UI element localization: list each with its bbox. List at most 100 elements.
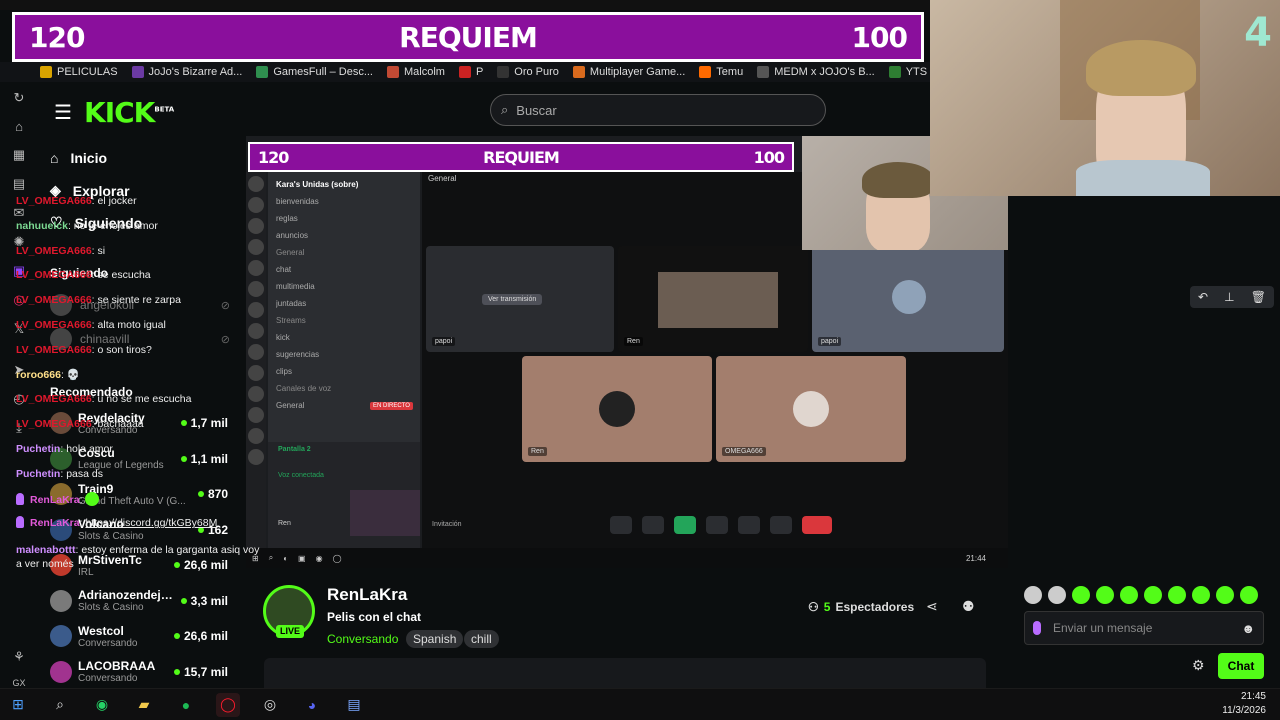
bookmark-item[interactable]: MEDM x JOJO's B... <box>757 66 875 78</box>
chat-username[interactable]: LV_OMEGA666 <box>16 269 92 281</box>
opera-icon[interactable]: ◯ <box>216 692 240 717</box>
bookmark-item[interactable]: GamesFull – Desc... <box>256 66 373 78</box>
live-dot-icon <box>180 455 187 462</box>
emote-icon[interactable] <box>1120 586 1138 604</box>
folder-icon[interactable]: ▰ <box>132 693 156 717</box>
chat-username[interactable]: LV_OMEGA666 <box>16 195 92 207</box>
mic-toggle-button[interactable] <box>610 516 632 534</box>
chat-text: no te enojes amor <box>73 219 158 232</box>
viewer-count: 26,6 mil <box>173 629 228 643</box>
bookmark-icon <box>572 66 585 78</box>
bag-icon[interactable]: ▦ <box>9 147 29 163</box>
emote-icon[interactable] <box>1024 586 1042 604</box>
whatsapp-icon[interactable]: ◉ <box>90 693 114 717</box>
delete-icon[interactable]: 🗑 <box>1251 290 1266 304</box>
streamer-name[interactable]: RenLaKra <box>327 585 407 605</box>
recommended-channel[interactable]: LACOBRAAA Conversando 15,7 mil <box>50 655 228 689</box>
voice-controls <box>610 516 832 534</box>
emote-icon[interactable] <box>1216 586 1234 604</box>
puzzle-icon[interactable]: ⚘ <box>9 649 29 665</box>
discord-icon[interactable]: ◕ <box>300 693 324 717</box>
editor-icon[interactable]: ▤ <box>342 693 366 717</box>
emote-icon[interactable] <box>1240 586 1258 604</box>
search-input[interactable]: ⌕ Buscar <box>490 94 826 126</box>
screen-share-button[interactable] <box>674 516 696 534</box>
discord-channel: clips <box>276 367 293 376</box>
emote-icon[interactable] <box>1072 586 1090 604</box>
share-icon[interactable]: ⋖ <box>926 598 938 615</box>
recommended-channel[interactable]: Westcol Conversando 26,6 mil <box>50 619 228 653</box>
stream-category[interactable]: Conversando <box>327 632 398 646</box>
screen-share-tile[interactable]: Ren <box>618 246 808 352</box>
chat-username[interactable]: LV_OMEGA666 <box>16 393 92 405</box>
steam-icon[interactable]: ◎ <box>258 693 282 717</box>
chat-text[interactable]: https://discord.gg/tkGBy68M <box>85 517 217 529</box>
emote-icon[interactable] <box>1048 586 1066 604</box>
soundboard-button[interactable] <box>738 516 760 534</box>
disconnect-button[interactable] <box>802 516 832 534</box>
chat-username[interactable]: roroo666 <box>16 369 61 381</box>
broadcaster-badge-icon <box>16 492 24 505</box>
live-dot-icon <box>180 597 187 604</box>
chat-username[interactable]: LV_OMEGA666 <box>16 418 92 430</box>
chat-message: roroo666: 💀 <box>16 368 80 381</box>
menu-icon[interactable]: ☰ <box>54 100 72 125</box>
kick-logo[interactable]: KICKBETA <box>84 96 174 129</box>
chat-input[interactable]: Enviar un mensaje ☻ <box>1024 611 1264 645</box>
history-icon[interactable]: ↻ <box>9 90 29 106</box>
bookmark-item[interactable]: Temu <box>699 66 743 78</box>
controller-icon[interactable]: ▤ <box>9 176 29 192</box>
omega-tile[interactable]: OMEGA666 <box>716 356 906 462</box>
stream-tile[interactable]: Ver transmisión papoi <box>426 246 614 352</box>
chat-username[interactable]: RenLaKra <box>30 494 80 506</box>
discord-channel: multimedia <box>276 282 315 291</box>
watch-stream-button[interactable]: Ver transmisión <box>482 294 543 305</box>
chat-username[interactable]: LV_OMEGA666 <box>16 319 92 331</box>
chat-username[interactable]: RenLaKra <box>30 517 80 529</box>
chat-username[interactable]: Puchetin <box>16 443 60 455</box>
video-scoreboard: 120 REQUIEM 100 <box>248 142 794 172</box>
recommended-channel[interactable]: Adrianozendeja... Slots & Casino 3,3 mil <box>50 584 228 618</box>
chat-text: si <box>97 244 106 257</box>
emote-icon[interactable] <box>1144 586 1162 604</box>
pin-icon[interactable]: ⊥ <box>1224 290 1234 304</box>
more-options-button[interactable] <box>770 516 792 534</box>
rocket-icon[interactable]: ⌂ <box>9 119 29 134</box>
tag-chill[interactable]: chill <box>464 630 499 648</box>
bookmark-item[interactable]: P <box>458 66 483 78</box>
spotify-icon[interactable]: ● <box>174 693 198 717</box>
chat-text: alta moto igual <box>97 319 166 331</box>
chat-username[interactable]: LV_OMEGA666 <box>16 294 92 306</box>
chat-username[interactable]: malenabottt <box>16 544 76 556</box>
search-icon[interactable]: ⌕ <box>48 693 72 717</box>
gx-icon[interactable]: GX <box>9 678 29 688</box>
ren-tile[interactable]: Ren <box>522 356 712 462</box>
emote-icon[interactable] <box>1192 586 1210 604</box>
chat-username[interactable]: LV_OMEGA666 <box>16 245 92 257</box>
gear-icon[interactable]: ⚙ <box>1192 657 1205 674</box>
chat-send-button[interactable]: Chat <box>1218 653 1264 679</box>
bookmark-item[interactable]: YTS <box>888 66 927 78</box>
beta-label: BETA <box>154 105 175 114</box>
windows-start-icon[interactable]: ⊞ <box>6 693 30 717</box>
follow-user-icon[interactable]: ⚉ <box>962 598 975 615</box>
user-tile[interactable]: papoi <box>812 246 1004 352</box>
chat-username[interactable]: nahuuelck <box>16 220 68 232</box>
emote-icon[interactable] <box>1168 586 1186 604</box>
bookmark-item[interactable]: PELICULAS <box>40 66 118 78</box>
emote-icon[interactable] <box>1096 586 1114 604</box>
bookmark-item[interactable]: Oro Puro <box>497 66 559 78</box>
activities-button[interactable] <box>706 516 728 534</box>
reply-icon[interactable]: ↶ <box>1198 290 1208 304</box>
bookmark-item[interactable]: Multiplayer Game... <box>572 66 685 78</box>
message-actions: ↶ ⊥ 🗑 <box>1190 286 1274 308</box>
camera-toggle-button[interactable] <box>642 516 664 534</box>
bookmark-item[interactable]: Malcolm <box>386 66 445 78</box>
bookmark-item[interactable]: JoJo's Bizarre Ad... <box>131 66 242 78</box>
chat-username[interactable]: LV_OMEGA666 <box>16 344 92 356</box>
nav-home[interactable]: ⌂ Inicio <box>50 150 107 166</box>
emoji-icon[interactable]: ☻ <box>1241 621 1255 636</box>
chat-username[interactable]: Puchetin <box>16 468 60 480</box>
tag-spanish[interactable]: Spanish <box>406 630 464 648</box>
windows-taskbar: ⊞ ⌕ ◉ ▰ ● ◯ ◎ ◕ ▤ <box>0 688 1280 720</box>
